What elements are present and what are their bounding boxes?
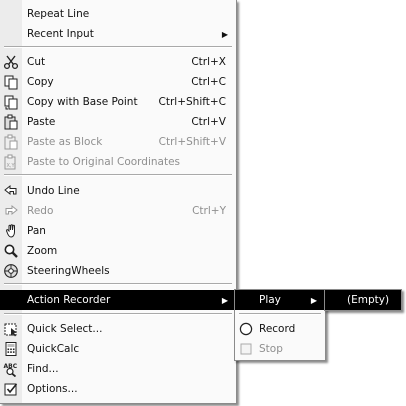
svg-text:X,Y: X,Y: [7, 163, 16, 169]
menu-item-action-recorder[interactable]: Action Recorder ▶: [0, 290, 236, 310]
menu-item-repeat-line[interactable]: Repeat Line: [0, 4, 236, 24]
context-menu: Repeat Line Recent Input ▶ Cut Ctrl+X Co…: [0, 0, 237, 404]
scissors-icon: [3, 54, 19, 70]
pan-hand-icon: [3, 223, 19, 239]
menu-separator: [239, 313, 321, 315]
menu-separator: [4, 313, 232, 315]
find-text-icon: ABC: [3, 361, 19, 377]
play-submenu: (Empty): [324, 289, 402, 311]
menu-item-label: QuickCalc: [27, 343, 80, 355]
menu-item-label: Play: [259, 294, 281, 306]
menu-item-shortcut: Ctrl+Shift+V: [158, 136, 226, 148]
menu-item-shortcut: Ctrl+V: [191, 116, 226, 128]
stop-square-icon: [238, 341, 254, 357]
menu-item-label: Paste: [27, 116, 56, 128]
menu-item-find[interactable]: ABC Find...: [0, 359, 236, 379]
menu-item-undo-line[interactable]: Undo Line: [0, 181, 236, 201]
menu-item-shortcut: Ctrl+Shift+C: [158, 96, 226, 108]
menu-item-recent-input[interactable]: Recent Input ▶: [0, 24, 236, 44]
menu-item-label: SteeringWheels: [27, 265, 110, 277]
menu-item-record[interactable]: Record: [235, 319, 325, 339]
menu-separator: [4, 174, 232, 176]
menu-item-label: Undo Line: [27, 185, 80, 197]
menu-item-copy-base-point[interactable]: Copy with Base Point Ctrl+Shift+C: [0, 92, 236, 112]
menu-item-paste[interactable]: Paste Ctrl+V: [0, 112, 236, 132]
menu-item-label: Copy: [27, 76, 54, 88]
menu-item-empty[interactable]: (Empty): [325, 290, 401, 310]
menu-item-cut[interactable]: Cut Ctrl+X: [0, 52, 236, 72]
menu-separator: [4, 283, 232, 285]
undo-icon: [3, 183, 19, 199]
menu-item-redo[interactable]: Redo Ctrl+Y: [0, 201, 236, 221]
menu-item-label: Options...: [27, 383, 78, 395]
clipboard-icon: [3, 114, 19, 130]
paste-coordinates-icon: X,Y: [3, 154, 19, 170]
menu-item-label: Redo: [27, 205, 54, 217]
record-circle-icon: [238, 321, 254, 337]
menu-item-label: Zoom: [27, 245, 58, 257]
menu-item-label: Recent Input: [27, 28, 94, 40]
menu-item-quick-select[interactable]: Quick Select...: [0, 319, 236, 339]
paste-block-icon: [3, 134, 19, 150]
menu-item-paste-as-block[interactable]: Paste as Block Ctrl+Shift+V: [0, 132, 236, 152]
submenu-arrow-icon: ▶: [310, 295, 317, 305]
menu-item-label: Repeat Line: [27, 8, 90, 20]
quick-select-icon: [3, 321, 19, 337]
menu-item-quickcalc[interactable]: QuickCalc: [0, 339, 236, 359]
menu-item-steeringwheels[interactable]: SteeringWheels: [0, 261, 236, 281]
redo-icon: [3, 203, 19, 219]
menu-item-label: Pan: [27, 225, 46, 237]
menu-separator: [4, 46, 232, 48]
menu-item-stop[interactable]: Stop: [235, 339, 325, 359]
menu-item-shortcut: Ctrl+C: [191, 76, 226, 88]
submenu-arrow-icon: ▶: [221, 29, 228, 39]
menu-item-play[interactable]: Play ▶: [235, 290, 325, 310]
menu-item-shortcut: Ctrl+Y: [192, 205, 226, 217]
menu-item-label: Quick Select...: [27, 323, 103, 335]
menu-item-label: Copy with Base Point: [27, 96, 138, 108]
menu-item-copy[interactable]: Copy Ctrl+C: [0, 72, 236, 92]
menu-item-label: Find...: [27, 363, 59, 375]
menu-item-zoom[interactable]: Zoom: [0, 241, 236, 261]
menu-item-label: Cut: [27, 56, 46, 68]
checkbox-options-icon: [3, 381, 19, 397]
magnifier-icon: [3, 243, 19, 259]
action-recorder-submenu: Play ▶ Record Stop: [234, 289, 326, 361]
submenu-arrow-icon: ▶: [221, 295, 228, 305]
menu-item-shortcut: Ctrl+X: [191, 56, 226, 68]
menu-item-label: Record: [259, 323, 296, 335]
menu-item-label: Paste as Block: [27, 136, 103, 148]
copy-base-point-icon: [3, 94, 19, 110]
copy-icon: [3, 74, 19, 90]
menu-item-label: (Empty): [347, 294, 390, 306]
menu-item-label: Action Recorder: [27, 294, 111, 306]
steering-wheel-icon: [3, 263, 19, 279]
menu-item-label: Paste to Original Coordinates: [27, 156, 181, 168]
menu-item-pan[interactable]: Pan: [0, 221, 236, 241]
menu-item-options[interactable]: Options...: [0, 379, 236, 399]
menu-item-paste-original-coordinates[interactable]: X,Y Paste to Original Coordinates: [0, 152, 236, 172]
calculator-icon: [3, 341, 19, 357]
menu-item-label: Stop: [259, 343, 283, 355]
